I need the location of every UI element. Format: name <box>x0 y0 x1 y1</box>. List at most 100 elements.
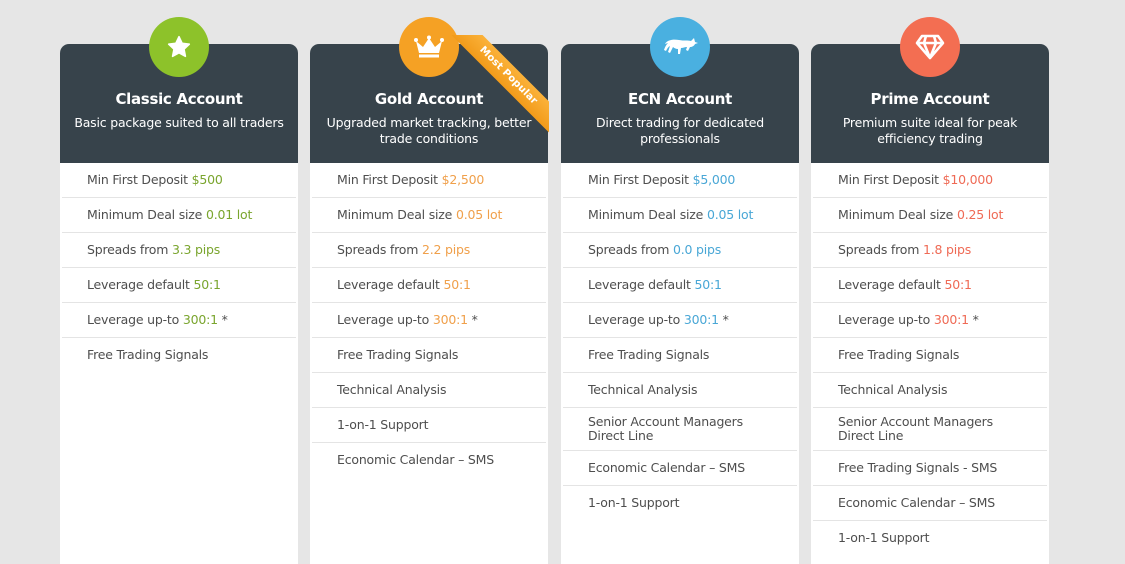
feature-footnote-marker: * <box>718 312 729 327</box>
plan-subtitle: Premium suite ideal for peak efficiency … <box>842 115 1018 146</box>
feature-item: Spreads from 1.8 pips <box>813 233 1047 268</box>
feature-value: 1.8 pips <box>922 242 972 257</box>
feature-value: $500 <box>191 172 223 187</box>
feature-label: 1-on-1 Support <box>337 417 429 432</box>
feature-value: 0.05 lot <box>706 207 754 222</box>
feature-label: Min First Deposit <box>588 172 693 187</box>
feature-value: 300:1 <box>182 312 218 327</box>
feature-item: Min First Deposit $2,500 <box>312 163 546 198</box>
feature-item: 1-on-1 Support <box>813 521 1047 555</box>
feature-item: Senior Account Managers Direct Line <box>813 408 1047 451</box>
plan-card-prime[interactable]: Prime Account Premium suite ideal for pe… <box>811 17 1049 564</box>
feature-label: Leverage default <box>87 277 194 292</box>
feature-item: Minimum Deal size 0.05 lot <box>563 198 797 233</box>
feature-label: 1-on-1 Support <box>838 530 930 545</box>
feature-value: 50:1 <box>694 277 722 292</box>
feature-value: 0.25 lot <box>956 207 1004 222</box>
plan-subtitle: Basic package suited to all traders <box>74 115 284 130</box>
feature-label: Leverage up-to <box>838 312 934 327</box>
feature-label: Technical Analysis <box>337 382 447 397</box>
plan-title: Classic Account <box>115 90 243 108</box>
feature-list: Min First Deposit $500 Minimum Deal size … <box>60 163 298 372</box>
feature-label: Minimum Deal size <box>87 207 206 222</box>
plan-card-ecn[interactable]: ECN Account Direct trading for dedicated… <box>561 17 799 564</box>
feature-item: Minimum Deal size 0.25 lot <box>813 198 1047 233</box>
feature-item: Spreads from 3.3 pips <box>62 233 296 268</box>
feature-label: Leverage up-to <box>588 312 684 327</box>
feature-value: $2,500 <box>441 172 485 187</box>
feature-item: Min First Deposit $500 <box>62 163 296 198</box>
feature-item: Free Trading Signals <box>813 338 1047 373</box>
feature-item: Leverage default 50:1 <box>62 268 296 303</box>
feature-label: Technical Analysis <box>588 382 698 397</box>
feature-value: 300:1 <box>432 312 468 327</box>
feature-item: Leverage up-to 300:1 * <box>312 303 546 338</box>
feature-item: Technical Analysis <box>813 373 1047 408</box>
feature-label: Minimum Deal size <box>337 207 456 222</box>
feature-value: 0.0 pips <box>672 242 722 257</box>
plan-header: Prime Account Premium suite ideal for pe… <box>811 17 1049 163</box>
plan-card-classic[interactable]: Classic Account Basic package suited to … <box>60 17 298 564</box>
bull-icon <box>650 17 710 77</box>
feature-item: Spreads from 0.0 pips <box>563 233 797 268</box>
feature-label: Senior Account Managers Direct Line <box>588 414 743 443</box>
feature-item: Leverage up-to 300:1 * <box>563 303 797 338</box>
feature-item: Free Trading Signals - SMS <box>813 451 1047 486</box>
feature-item: Min First Deposit $10,000 <box>813 163 1047 198</box>
most-popular-ribbon: Most Popular <box>439 35 549 145</box>
feature-label: Spreads from <box>337 242 422 257</box>
feature-item: Technical Analysis <box>312 373 546 408</box>
feature-item: Leverage default 50:1 <box>563 268 797 303</box>
feature-item: Leverage up-to 300:1 * <box>813 303 1047 338</box>
feature-item: Economic Calendar – SMS <box>563 451 797 486</box>
feature-item: Free Trading Signals <box>563 338 797 373</box>
feature-value: 50:1 <box>193 277 221 292</box>
feature-value: $10,000 <box>942 172 993 187</box>
plan-card-gold[interactable]: Gold Account Upgraded market tracking, b… <box>310 17 549 564</box>
feature-item: Minimum Deal size 0.05 lot <box>312 198 546 233</box>
feature-label: Technical Analysis <box>838 382 948 397</box>
feature-item: Min First Deposit $5,000 <box>563 163 797 198</box>
feature-item: Leverage default 50:1 <box>312 268 546 303</box>
feature-item: 1-on-1 Support <box>312 408 546 443</box>
feature-label: Min First Deposit <box>337 172 442 187</box>
feature-value: 0.01 lot <box>205 207 253 222</box>
feature-footnote-marker: * <box>217 312 228 327</box>
plan-title: ECN Account <box>628 90 732 108</box>
feature-item: Free Trading Signals <box>312 338 546 373</box>
feature-item: Technical Analysis <box>563 373 797 408</box>
feature-label: 1-on-1 Support <box>588 495 680 510</box>
feature-item: Free Trading Signals <box>62 338 296 372</box>
feature-label: Leverage up-to <box>337 312 433 327</box>
feature-label: Spreads from <box>87 242 172 257</box>
feature-list: Min First Deposit $5,000 Minimum Deal siz… <box>561 163 799 520</box>
feature-label: Min First Deposit <box>838 172 943 187</box>
plan-header: Classic Account Basic package suited to … <box>60 17 298 163</box>
feature-label: Leverage default <box>337 277 444 292</box>
feature-label: Leverage up-to <box>87 312 183 327</box>
feature-value: 300:1 <box>683 312 719 327</box>
feature-value: $5,000 <box>692 172 736 187</box>
feature-label: Free Trading Signals <box>838 347 960 362</box>
feature-item: Economic Calendar – SMS <box>813 486 1047 521</box>
plan-title: Prime Account <box>870 90 990 108</box>
feature-item: Leverage default 50:1 <box>813 268 1047 303</box>
feature-footnote-marker: * <box>467 312 478 327</box>
plan-header: Gold Account Upgraded market tracking, b… <box>310 17 549 163</box>
feature-label: Free Trading Signals <box>87 347 209 362</box>
feature-label: Free Trading Signals - SMS <box>838 460 998 475</box>
feature-value: 300:1 <box>933 312 969 327</box>
feature-label: Free Trading Signals <box>588 347 710 362</box>
feature-item: Spreads from 2.2 pips <box>312 233 546 268</box>
feature-label: Free Trading Signals <box>337 347 459 362</box>
plan-subtitle: Direct trading for dedicated professiona… <box>596 115 764 146</box>
feature-footnote-marker: * <box>968 312 979 327</box>
feature-label: Senior Account Managers Direct Line <box>838 414 993 443</box>
feature-label: Economic Calendar – SMS <box>337 452 494 467</box>
feature-label: Economic Calendar – SMS <box>588 460 745 475</box>
star-icon <box>149 17 209 77</box>
feature-label: Leverage default <box>838 277 945 292</box>
feature-item: 1-on-1 Support <box>563 486 797 520</box>
feature-value: 0.05 lot <box>455 207 503 222</box>
diamond-icon <box>900 17 960 77</box>
